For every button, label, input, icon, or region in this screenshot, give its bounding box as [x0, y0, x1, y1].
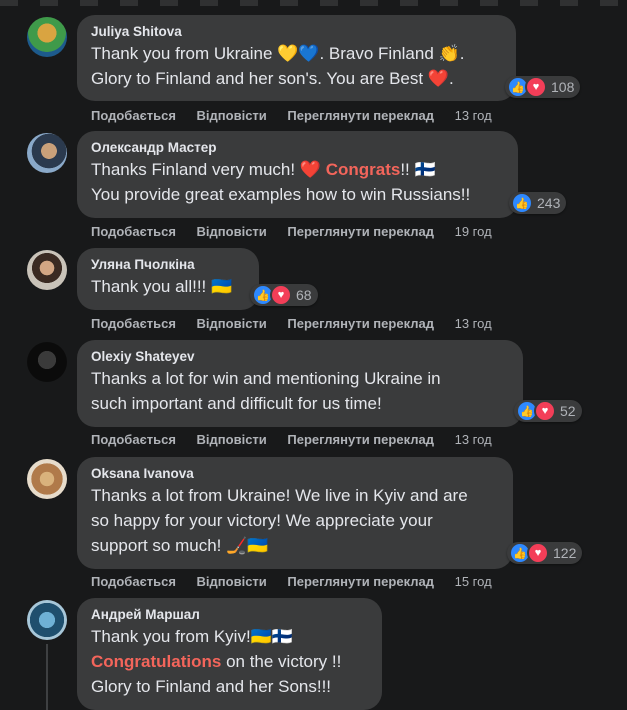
- comment-line: Glory to Finland and her son's. You are …: [91, 69, 454, 88]
- comment-line: Thank you from Ukraine 💛💙. Bravo Finland…: [91, 44, 465, 63]
- comment-line: so happy for your victory! We appreciate…: [91, 511, 433, 530]
- love-reaction-icon: ♥: [534, 400, 556, 422]
- love-reaction-icon: ♥: [527, 542, 549, 564]
- like-reaction-icon: 👍: [511, 192, 533, 214]
- comment-actions: Подобається Відповісти Переглянути перек…: [91, 316, 492, 331]
- comment-line: Thanks Finland very much! ❤️ Congrats!! …: [91, 157, 504, 182]
- reaction-summary[interactable]: 👍 ♥ 108: [505, 76, 581, 98]
- comment-bubble: Андрей Маршал Thank you from Kyiv!🇺🇦🇫🇮 C…: [77, 598, 382, 710]
- see-translation-link[interactable]: Переглянути переклад: [287, 432, 434, 447]
- reaction-count: 52: [560, 403, 576, 419]
- comment-line: Glory to Finland and her Sons!!!: [91, 677, 332, 696]
- comment-text: Thanks a lot for win and mentioning Ukra…: [91, 366, 509, 416]
- comment-line: such important and difficult for us time…: [91, 394, 382, 413]
- comment-time[interactable]: 13 год: [455, 108, 492, 123]
- comment-author[interactable]: Juliya Shitova: [91, 23, 502, 41]
- comment-text: Thank you all!!! 🇺🇦: [91, 274, 245, 299]
- comment-actions: Подобається Відповісти Переглянути перек…: [91, 108, 492, 123]
- see-translation-link[interactable]: Переглянути переклад: [287, 316, 434, 331]
- comment-time[interactable]: 15 год: [455, 574, 492, 589]
- reply-link[interactable]: Відповісти: [197, 108, 267, 123]
- comment-bubble: Oksana Ivanova Thanks a lot from Ukraine…: [77, 457, 513, 569]
- comment-author[interactable]: Андрей Маршал: [91, 606, 368, 624]
- reaction-count: 108: [551, 79, 575, 95]
- avatar[interactable]: [27, 17, 67, 57]
- comment-bubble: Juliya Shitova Thank you from Ukraine 💛💙…: [77, 15, 516, 101]
- like-link[interactable]: Подобається: [91, 108, 176, 123]
- reply-link[interactable]: Відповісти: [197, 432, 267, 447]
- reaction-count: 243: [537, 195, 561, 211]
- like-link[interactable]: Подобається: [91, 224, 176, 239]
- comment-line: Thank you all!!! 🇺🇦: [91, 277, 233, 296]
- comment-author[interactable]: Олександр Мастер: [91, 139, 504, 157]
- comment-author[interactable]: Oksana Ivanova: [91, 465, 499, 483]
- comment-text: Thank you from Ukraine 💛💙. Bravo Finland…: [91, 41, 502, 91]
- comment-text-segment: !! 🇫🇮: [400, 160, 436, 179]
- reaction-summary[interactable]: 👍 ♥ 122: [507, 542, 583, 564]
- comment-bubble: Уляна Пчолкіна Thank you all!!! 🇺🇦: [77, 248, 259, 310]
- like-link[interactable]: Подобається: [91, 574, 176, 589]
- comment-line: Congratulations on the victory !!: [91, 649, 368, 674]
- comment-line: You provide great examples how to win Ru…: [91, 185, 471, 204]
- comment-line: support so much! 🏒🇺🇦: [91, 536, 269, 555]
- reply-link[interactable]: Відповісти: [197, 574, 267, 589]
- love-reaction-icon: ♥: [270, 284, 292, 306]
- reply-link[interactable]: Відповісти: [197, 224, 267, 239]
- reaction-summary[interactable]: 👍 ♥ 52: [514, 400, 582, 422]
- comment-text: Thanks Finland very much! ❤️ Congrats!! …: [91, 157, 504, 207]
- see-translation-link[interactable]: Переглянути переклад: [287, 574, 434, 589]
- reply-link[interactable]: Відповісти: [197, 316, 267, 331]
- reaction-count: 68: [296, 287, 312, 303]
- reaction-summary[interactable]: 👍 243: [509, 192, 567, 214]
- comment-text: Thank you from Kyiv!🇺🇦🇫🇮 Congratulations…: [91, 624, 368, 699]
- previous-comment-fragment: [0, 0, 627, 6]
- comment-actions: Подобається Відповісти Переглянути перек…: [91, 224, 492, 239]
- highlighted-word: Congrats: [325, 160, 401, 179]
- comment-line: Thank you from Kyiv!🇺🇦🇫🇮: [91, 627, 293, 646]
- avatar[interactable]: [27, 459, 67, 499]
- avatar[interactable]: [27, 133, 67, 173]
- reaction-summary[interactable]: 👍 ♥ 68: [250, 284, 318, 306]
- comment-author[interactable]: Уляна Пчолкіна: [91, 256, 245, 274]
- highlighted-word: Congratulations: [91, 652, 222, 671]
- avatar[interactable]: [27, 250, 67, 290]
- reply-thread-line: [46, 644, 48, 710]
- see-translation-link[interactable]: Переглянути переклад: [287, 108, 434, 123]
- comment-text: Thanks a lot from Ukraine! We live in Ky…: [91, 483, 499, 558]
- comment-actions: Подобається Відповісти Переглянути перек…: [91, 574, 492, 589]
- comment-text-segment: on the victory !!: [221, 652, 342, 671]
- comment-text-segment: Thanks Finland very much! ❤️: [91, 160, 326, 179]
- avatar[interactable]: [27, 342, 67, 382]
- like-link[interactable]: Подобається: [91, 432, 176, 447]
- comment-bubble: Olexiy Shateyev Thanks a lot for win and…: [77, 340, 523, 427]
- comment-bubble: Олександр Мастер Thanks Finland very muc…: [77, 131, 518, 218]
- comment-line: Thanks a lot for win and mentioning Ukra…: [91, 369, 441, 388]
- comment-author[interactable]: Olexiy Shateyev: [91, 348, 509, 366]
- like-link[interactable]: Подобається: [91, 316, 176, 331]
- love-reaction-icon: ♥: [525, 76, 547, 98]
- see-translation-link[interactable]: Переглянути переклад: [287, 224, 434, 239]
- reaction-count: 122: [553, 545, 577, 561]
- avatar[interactable]: [27, 600, 67, 640]
- comment-time[interactable]: 19 год: [455, 224, 492, 239]
- comment-actions: Подобається Відповісти Переглянути перек…: [91, 432, 492, 447]
- comment-time[interactable]: 13 год: [455, 316, 492, 331]
- comment-time[interactable]: 13 год: [455, 432, 492, 447]
- comment-line: Thanks a lot from Ukraine! We live in Ky…: [91, 486, 468, 505]
